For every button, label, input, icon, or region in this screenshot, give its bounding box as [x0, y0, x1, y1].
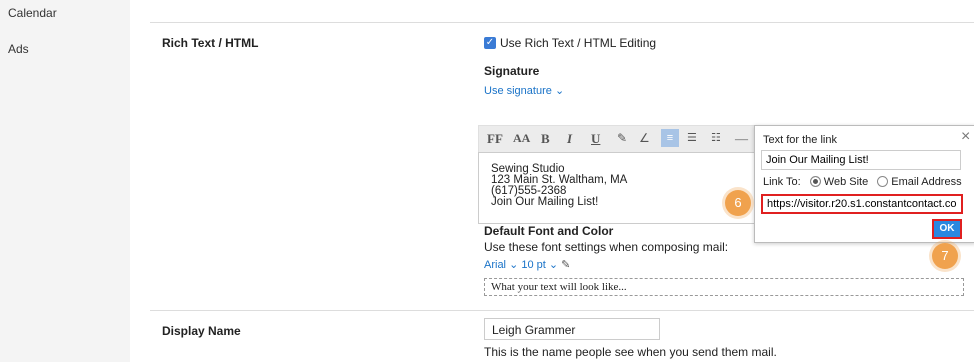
font-selectors: Arial ⌄ 10 pt ⌄ ✎: [484, 258, 570, 271]
rich-text-title: Rich Text / HTML: [162, 36, 259, 50]
sidebar-item-calendar[interactable]: Calendar: [8, 6, 57, 20]
signature-editor[interactable]: Sewing Studio 123 Main St. Waltham, MA (…: [478, 152, 756, 224]
ok-button[interactable]: OK: [932, 219, 962, 239]
link-to-label: Link To:: [763, 176, 801, 188]
web-site-radio[interactable]: [809, 176, 821, 188]
divider: [150, 22, 974, 23]
bold-button[interactable]: B: [541, 131, 550, 147]
link-url-input[interactable]: [761, 194, 963, 214]
italic-button[interactable]: I: [567, 131, 572, 147]
font-family-button[interactable]: FF: [487, 131, 503, 147]
display-name-title: Display Name: [162, 324, 241, 338]
link-to-row: Link To: Web Site Email Address: [763, 176, 962, 188]
pencil-icon[interactable]: ✎: [617, 131, 627, 145]
default-font-description: Use these font settings when composing m…: [484, 240, 729, 254]
step-7-badge: 7: [932, 243, 958, 269]
email-address-radio[interactable]: [877, 176, 889, 188]
sidebar: Calendar Ads: [0, 0, 130, 362]
highlight-icon[interactable]: ∠: [639, 131, 650, 145]
font-name-value: Arial: [484, 259, 507, 271]
display-name-input[interactable]: Leigh Grammer: [484, 318, 660, 340]
list-icon[interactable]: ☰: [687, 131, 697, 144]
underline-button[interactable]: U: [591, 131, 600, 147]
link-dialog-title: Text for the link: [763, 134, 837, 146]
use-signature-dropdown[interactable]: Use signature ⌄: [484, 84, 564, 97]
display-name-value: Leigh Grammer: [492, 323, 576, 337]
divider: [150, 310, 974, 311]
rich-text-checkbox-label: Use Rich Text / HTML Editing: [500, 36, 657, 50]
color-pencil-icon[interactable]: ✎: [561, 259, 570, 271]
step-6-badge: 6: [725, 190, 751, 216]
display-name-help: This is the name people see when you sen…: [484, 345, 777, 359]
signature-heading: Signature: [484, 64, 540, 78]
rich-text-checkbox[interactable]: ✓: [484, 37, 496, 49]
font-name-dropdown[interactable]: Arial ⌄: [484, 259, 518, 271]
horizontal-rule-icon[interactable]: —: [735, 131, 748, 147]
use-signature-label: Use signature: [484, 85, 552, 97]
font-size-value: 10 pt: [521, 259, 546, 271]
align-left-icon: ≡: [666, 132, 674, 144]
editor-line: Join Our Mailing List!: [491, 196, 599, 208]
font-preview-text: What your text will look like...: [491, 281, 627, 293]
font-size-button[interactable]: AA: [513, 131, 530, 146]
email-address-label: Email Address: [891, 176, 962, 188]
font-preview-box: What your text will look like...: [484, 278, 964, 296]
close-icon[interactable]: ×: [961, 128, 970, 146]
default-font-heading: Default Font and Color: [484, 224, 614, 238]
web-site-label: Web Site: [823, 176, 869, 188]
align-left-button[interactable]: ≡: [661, 129, 679, 147]
link-text-input[interactable]: [761, 150, 961, 170]
chevron-down-icon: ⌄: [554, 85, 565, 97]
font-size-dropdown[interactable]: 10 pt ⌄: [521, 259, 558, 271]
indent-icon[interactable]: ☷: [711, 131, 721, 144]
sidebar-item-ads[interactable]: Ads: [8, 42, 29, 56]
